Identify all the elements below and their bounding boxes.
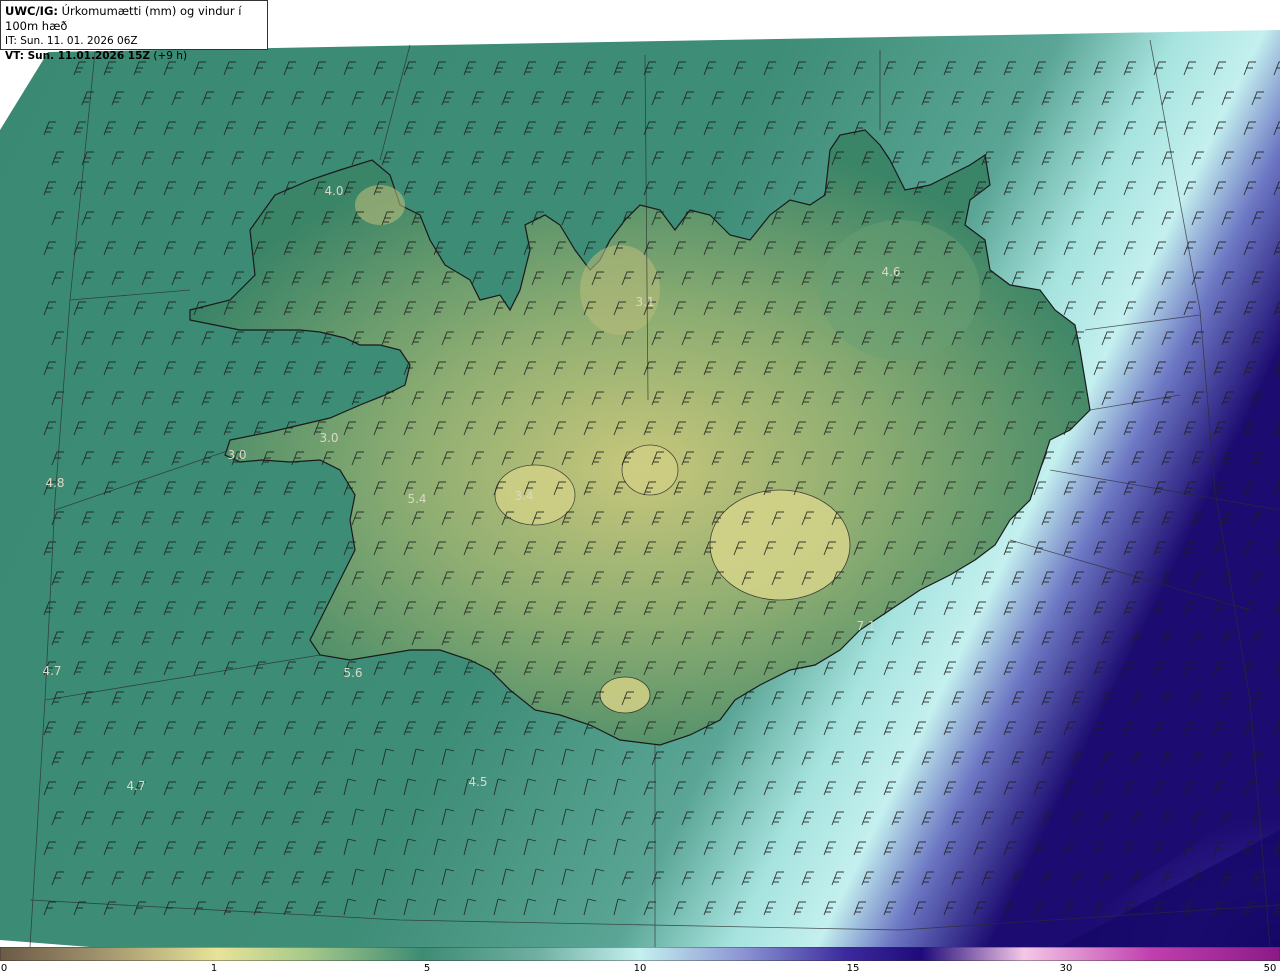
colorbar-tick-0: 0 [0, 963, 8, 974]
title-line: UWC/IG: Úrkomumætti (mm) og vindur í 100… [5, 4, 263, 34]
map-viewer: 4.0 4.6 3.1 3.0 3.0 4.8 5.4 3.4 7.1 4.7 5.6 4.7 4.5 … [0, 0, 1280, 978]
glacier-myrdalsjokull [599, 676, 651, 714]
glacier-hofsjokull [621, 444, 679, 496]
value-label: 5.4 [407, 492, 426, 506]
value-label: 3.0 [227, 448, 246, 462]
colorbar-tick-15: 15 [846, 963, 860, 974]
model-name: UWC/IG: [5, 4, 58, 18]
value-label: 3.1 [635, 295, 654, 309]
value-label: 7.1 [856, 619, 875, 633]
valid-time-label: VT: Sun. 11.01.2026 15Z [5, 50, 151, 62]
value-label: 4.0 [324, 184, 343, 198]
colorbar-tick-1: 1 [210, 963, 218, 974]
forecast-offset: (+9 h) [153, 50, 188, 62]
valid-time: VT: Sun. 11.01.2026 15Z (+9 h) [5, 49, 263, 64]
colorbar-tick-50: 50 [1263, 963, 1277, 974]
value-label: 3.4 [514, 489, 533, 503]
colorbar-tick-10: 10 [633, 963, 647, 974]
value-label: 4.7 [42, 664, 61, 678]
glacier-vatnajokull [709, 489, 851, 601]
value-label: 4.5 [468, 775, 487, 789]
colorbar-tick-30: 30 [1059, 963, 1073, 974]
value-label: 5.6 [343, 666, 362, 680]
colorbar-labels: 0 1 5 10 15 30 50 [0, 962, 1280, 978]
initial-time: IT: Sun. 11. 01. 2026 06Z [5, 35, 138, 47]
value-label: 4.7 [126, 779, 145, 793]
value-label: 4.8 [45, 476, 64, 490]
colorbar-tick-5: 5 [423, 963, 431, 974]
colorbar [0, 947, 1280, 961]
value-label: 3.0 [319, 431, 338, 445]
precipitation-map: 4.0 4.6 3.1 3.0 3.0 4.8 5.4 3.4 7.1 4.7 5.6 4.7 4.5 [0, 0, 1280, 947]
value-label: 4.6 [881, 265, 900, 279]
forecast-info-box: UWC/IG: Úrkomumætti (mm) og vindur í 100… [0, 0, 268, 62]
